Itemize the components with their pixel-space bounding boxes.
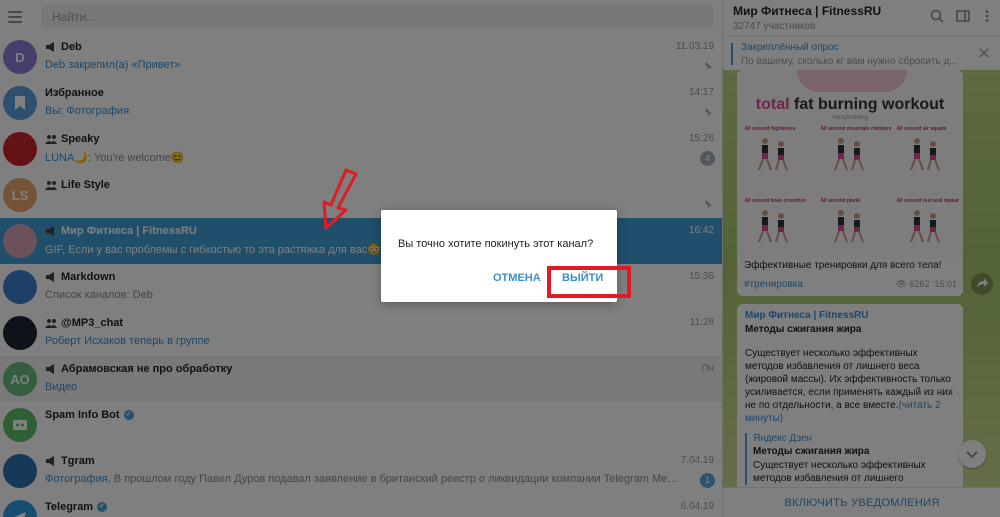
highlight-annotation [547,266,631,298]
dialog-message: Вы точно хотите покинуть этот канал? [398,238,594,250]
arrow-annotation [322,168,358,230]
cancel-button[interactable]: ОТМЕНА [493,272,541,284]
